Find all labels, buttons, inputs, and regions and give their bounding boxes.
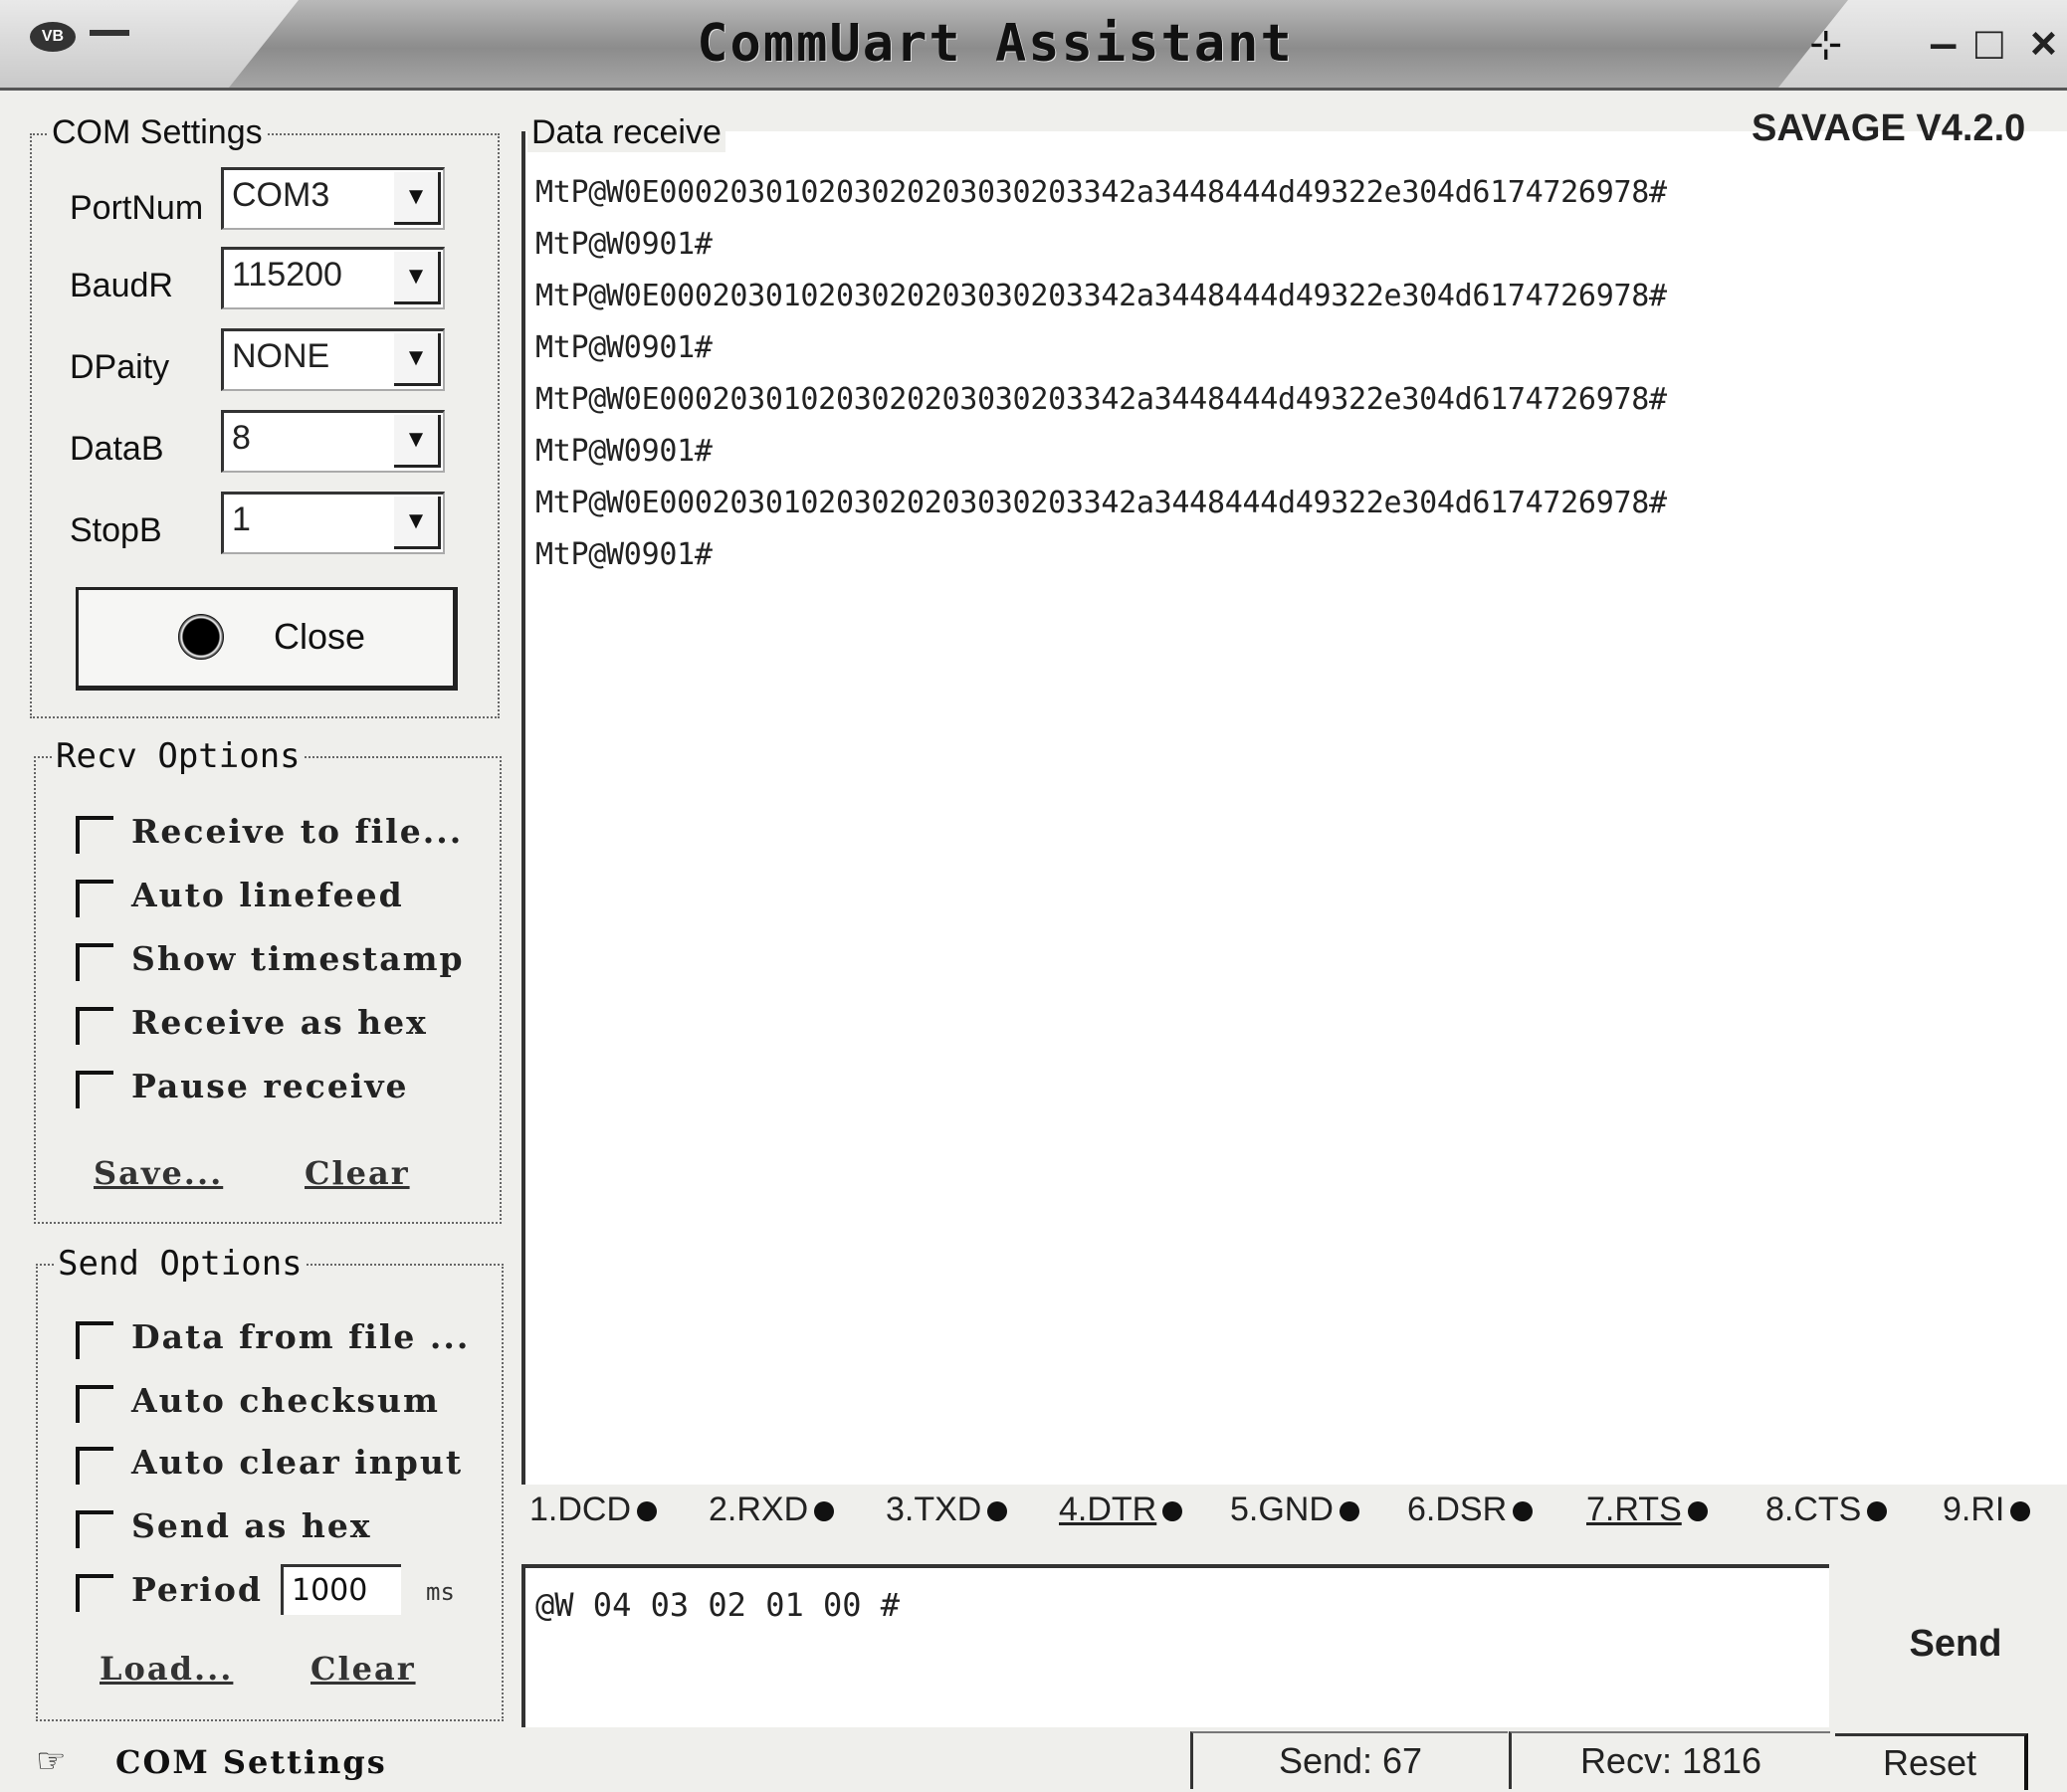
title-bar: VB CommUart Assistant ⊹ ‒ □ × [0, 0, 2067, 91]
checkbox-label: Receive as hex [131, 1003, 428, 1042]
signal-led-icon [1867, 1501, 1888, 1522]
checkbox-icon[interactable] [76, 1385, 113, 1423]
checkbox-label: Pause receive [131, 1067, 409, 1105]
checkbox-icon[interactable] [76, 1510, 113, 1548]
signal-led-icon [814, 1501, 835, 1522]
signal-txd: 3.TXD [886, 1491, 1008, 1529]
send-input[interactable]: @W 04 03 02 01 00 # [521, 1564, 1829, 1727]
data-receive-area[interactable]: MtP@W0E000203010203020203030203342a34484… [521, 131, 2067, 1485]
datab-select[interactable]: 8 ▼ [221, 410, 445, 473]
recv-line: MtP@W0E000203010203020203030203342a34484… [535, 382, 1667, 417]
send-button[interactable]: Send [1861, 1604, 2050, 1684]
recv-line: MtP@W0E000203010203020203030203342a34484… [535, 175, 1667, 210]
pin-icon[interactable]: ⊹ [1809, 22, 1843, 68]
chevron-down-icon[interactable]: ▼ [394, 172, 441, 225]
checkbox-icon[interactable] [76, 816, 113, 854]
dparity-label: DPaity [70, 348, 170, 386]
signal-cts: 8.CTS [1765, 1491, 1888, 1529]
checkbox-label: Period [131, 1570, 263, 1609]
datab-value: 8 [232, 419, 251, 457]
dparity-select[interactable]: NONE ▼ [221, 328, 445, 391]
checkbox-icon[interactable] [76, 943, 113, 981]
signal-led-icon [1513, 1501, 1534, 1522]
signal-dsr: 6.DSR [1407, 1491, 1534, 1529]
recv-line: MtP@W0E000203010203020203030203342a34484… [535, 279, 1667, 313]
settings-cursor-icon: ☞ [36, 1742, 67, 1780]
checkbox-label: Send as hex [131, 1506, 372, 1545]
baudr-value: 115200 [232, 256, 342, 294]
recv-line: MtP@W0901# [535, 537, 713, 572]
checkbox-label: Receive to file... [131, 812, 464, 851]
version-label: SAVAGE V4.2.0 [1752, 107, 2026, 149]
stopb-label: StopB [70, 511, 162, 549]
data-receive-legend: Data receive [527, 113, 725, 152]
signal-led-icon [1339, 1501, 1359, 1522]
maximize-button[interactable]: □ [1975, 16, 2003, 70]
status-bar: ☞ COM Settings Send: 67 Recv: 1816 Reset [0, 1731, 2067, 1792]
commuart-window: VB CommUart Assistant ⊹ ‒ □ × COM Settin… [0, 0, 2067, 1792]
checkbox-label: Auto linefeed [131, 876, 404, 914]
signal-dtr[interactable]: 4.DTR [1059, 1491, 1183, 1529]
reset-button[interactable]: Reset [1835, 1733, 2028, 1790]
signal-gnd: 5.GND [1230, 1491, 1359, 1529]
checkbox-icon[interactable] [76, 1321, 113, 1359]
recv-options-legend: Recv Options [52, 736, 305, 776]
recv-count: Recv: 1816 [1509, 1731, 1830, 1789]
stopb-value: 1 [232, 500, 251, 538]
signal-dcd: 1.DCD [529, 1491, 658, 1529]
checkbox-icon[interactable] [76, 1574, 113, 1612]
close-port-label: Close [274, 616, 366, 657]
com-settings-legend: COM Settings [48, 113, 267, 152]
checkbox-icon[interactable] [76, 1447, 113, 1485]
dparity-value: NONE [232, 337, 330, 375]
stopb-select[interactable]: 1 ▼ [221, 492, 445, 554]
signal-led-icon [637, 1501, 658, 1522]
system-menu-dash [90, 30, 129, 36]
signal-rxd: 2.RXD [709, 1491, 835, 1529]
close-window-button[interactable]: × [2030, 16, 2057, 70]
portnum-select[interactable]: COM3 ▼ [221, 167, 445, 230]
chevron-down-icon[interactable]: ▼ [394, 497, 441, 549]
period-input[interactable]: 1000 [281, 1564, 401, 1615]
signal-ri: 9.RI [1943, 1491, 2031, 1529]
window-title: CommUart Assistant [697, 14, 1294, 74]
portnum-value: COM3 [232, 176, 330, 214]
minimize-button[interactable]: ‒ [1931, 16, 1957, 70]
send-load-link[interactable]: Load... [100, 1650, 233, 1688]
recv-line: MtP@W0901# [535, 330, 713, 365]
checkbox-label: Show timestamp [131, 939, 465, 978]
checkbox-label: Data from file ... [131, 1317, 471, 1356]
chevron-down-icon[interactable]: ▼ [394, 415, 441, 468]
period-unit-label: ms [426, 1578, 455, 1606]
checkbox-icon[interactable] [76, 880, 113, 917]
datab-label: DataB [70, 430, 164, 468]
recv-line: MtP@W0901# [535, 227, 713, 262]
signal-rts[interactable]: 7.RTS [1586, 1491, 1708, 1529]
checkbox-label: Auto checksum [131, 1381, 440, 1420]
checkbox-icon[interactable] [76, 1007, 113, 1045]
signal-led-icon [1687, 1501, 1708, 1522]
signal-led-icon [2010, 1501, 2031, 1522]
chevron-down-icon[interactable]: ▼ [394, 333, 441, 386]
recv-clear-link[interactable]: Clear [305, 1154, 410, 1192]
baudr-select[interactable]: 115200 ▼ [221, 247, 445, 309]
recv-line: MtP@W0E000203010203020203030203342a34484… [535, 486, 1667, 520]
baudr-label: BaudR [70, 267, 173, 304]
send-clear-link[interactable]: Clear [310, 1650, 416, 1688]
send-input-text: @W 04 03 02 01 00 # [535, 1586, 901, 1624]
portnum-label: PortNum [70, 189, 204, 227]
sun-icon [178, 614, 224, 660]
chevron-down-icon[interactable]: ▼ [394, 252, 441, 304]
send-options-legend: Send Options [54, 1244, 307, 1284]
app-menu-icon[interactable]: VB [30, 22, 76, 52]
recv-line: MtP@W0901# [535, 434, 713, 469]
close-port-button[interactable]: Close [76, 587, 458, 691]
checkbox-icon[interactable] [76, 1071, 113, 1108]
recv-save-link[interactable]: Save... [94, 1154, 223, 1192]
send-count: Send: 67 [1190, 1731, 1508, 1789]
signal-led-icon [987, 1501, 1008, 1522]
checkbox-label: Auto clear input [131, 1443, 464, 1482]
signal-led-icon [1162, 1501, 1183, 1522]
status-com-settings[interactable]: COM Settings [115, 1743, 387, 1781]
